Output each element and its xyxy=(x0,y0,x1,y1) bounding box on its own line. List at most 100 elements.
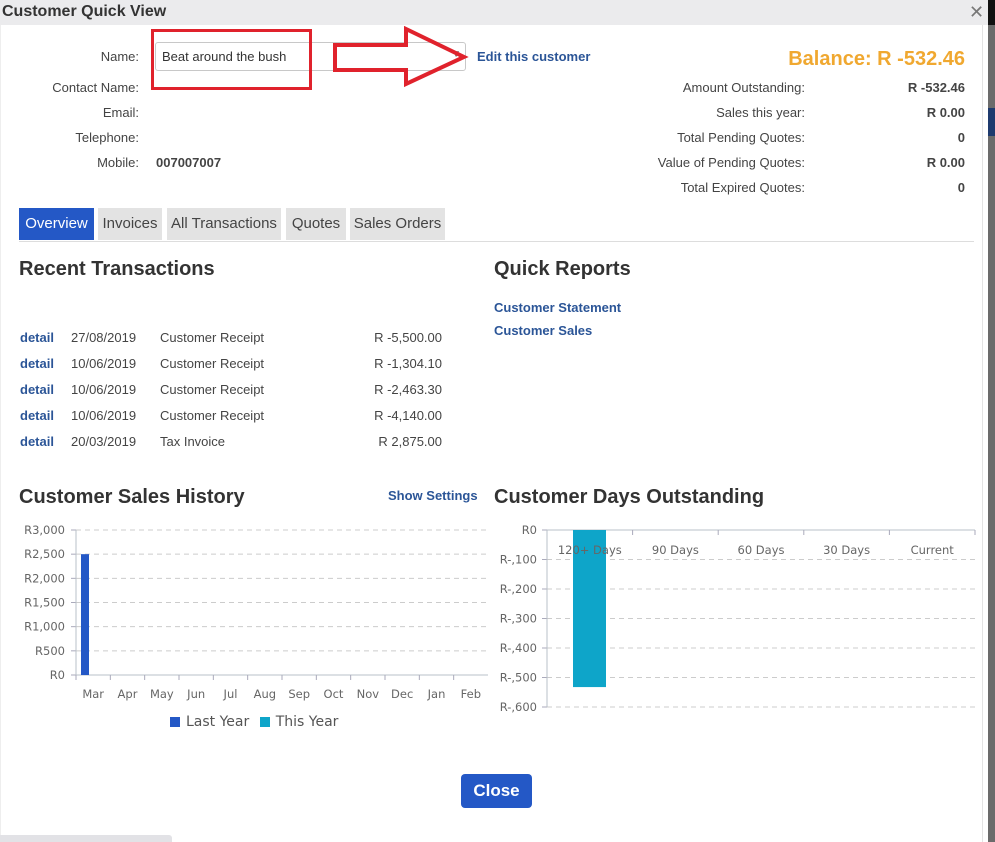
summary-label: Value of Pending Quotes: xyxy=(657,155,805,170)
legend-item-this-year[interactable]: This Year xyxy=(259,714,339,730)
edit-customer-link[interactable]: Edit this customer xyxy=(477,49,590,64)
transaction-amount: R -4,140.00 xyxy=(374,408,442,423)
show-settings-link[interactable]: Show Settings xyxy=(388,488,478,503)
name-label: Name: xyxy=(100,49,139,64)
customer-sales-link[interactable]: Customer Sales xyxy=(494,323,592,338)
y-tick-label: R0 xyxy=(50,668,65,682)
annotation-arrow-icon xyxy=(333,26,469,88)
summary-label: Sales this year: xyxy=(716,105,805,120)
y-tick-label: R1,000 xyxy=(24,620,65,634)
y-tick-label: R-,500 xyxy=(500,671,537,685)
x-tick-label: Nov xyxy=(357,687,380,701)
y-tick-label: R-,300 xyxy=(500,612,537,626)
transaction-type: Customer Receipt xyxy=(160,356,265,371)
x-tick-label: Aug xyxy=(254,687,276,701)
summary-value: 0 xyxy=(957,180,965,195)
x-tick-label: 60 Days xyxy=(738,543,785,557)
transaction-amount: R 2,875.00 xyxy=(378,434,442,449)
x-tick-label: May xyxy=(150,687,174,701)
balance-heading: Balance: R -532.46 xyxy=(788,48,965,70)
transaction-amount: R -5,500.00 xyxy=(374,330,442,345)
close-icon[interactable]: ✕ xyxy=(969,2,984,23)
days-outstanding-chart: R0 R-,100 R-,200 R-,300 R-,400 R-,500 R-,600 12… xyxy=(500,523,976,714)
transaction-row: detail 27/08/2019 Customer Receipt R -5,… xyxy=(20,330,450,350)
y-tick-label: R3,000 xyxy=(24,523,65,537)
x-tick-label: Jun xyxy=(186,687,205,701)
dialog-titlebar: Customer Quick View ✕ xyxy=(0,0,988,25)
x-tick-label: 90 Days xyxy=(652,543,699,557)
transaction-date: 10/06/2019 xyxy=(71,382,137,397)
x-tick-label: Mar xyxy=(82,687,104,701)
detail-link[interactable]: detail xyxy=(20,434,54,449)
y-tick-label: R2,500 xyxy=(24,547,65,561)
transaction-row: detail 20/03/2019 Tax Invoice R 2,875.00 xyxy=(20,434,450,454)
transaction-row: detail 10/06/2019 Customer Receipt R -1,… xyxy=(20,356,450,376)
transaction-date: 10/06/2019 xyxy=(71,408,137,423)
summary-value: R -532.46 xyxy=(907,80,965,95)
dialog-title: Customer Quick View xyxy=(2,3,167,20)
summary-value: 0 xyxy=(957,130,965,145)
x-tick-label: 120+ Days xyxy=(558,543,622,557)
transaction-amount: R -2,463.30 xyxy=(374,382,442,397)
background-page-strip xyxy=(988,0,995,842)
close-button[interactable]: Close xyxy=(461,774,532,808)
sales-history-heading: Customer Sales History xyxy=(19,486,245,508)
tab-divider xyxy=(19,241,974,242)
x-tick-label: 30 Days xyxy=(823,543,870,557)
mobile-label: Mobile: xyxy=(97,155,139,170)
y-tick-label: R2,000 xyxy=(24,571,65,585)
x-tick-label: Jan xyxy=(427,687,446,701)
tab-all-transactions[interactable]: All Transactions xyxy=(167,208,281,240)
x-tick-label: Dec xyxy=(391,687,413,701)
tab-quotes[interactable]: Quotes xyxy=(286,208,346,240)
x-tick-label: Current xyxy=(911,543,955,557)
transaction-type: Customer Receipt xyxy=(160,330,265,345)
y-tick-label: R500 xyxy=(35,644,65,658)
transaction-row: detail 10/06/2019 Customer Receipt R -2,… xyxy=(20,382,450,402)
telephone-label: Telephone: xyxy=(75,130,139,145)
transaction-date: 10/06/2019 xyxy=(71,356,137,371)
summary-label: Total Expired Quotes: xyxy=(680,180,805,195)
detail-link[interactable]: detail xyxy=(20,382,54,397)
y-tick-label: R-,200 xyxy=(500,582,537,596)
sales-history-chart: R0 R500 R1,000 R1,500 R2,000 R2,500 R3,000 Mar A… xyxy=(24,523,488,701)
transaction-type: Tax Invoice xyxy=(160,434,226,449)
tab-sales-orders[interactable]: Sales Orders xyxy=(350,208,445,240)
y-tick-label: R-,400 xyxy=(500,641,537,655)
quick-reports-heading: Quick Reports xyxy=(494,258,631,280)
summary-label: Total Pending Quotes: xyxy=(677,130,805,145)
legend-swatch xyxy=(170,717,180,727)
contact-name-label: Contact Name: xyxy=(52,80,139,95)
transaction-date: 20/03/2019 xyxy=(71,434,137,449)
transaction-type: Customer Receipt xyxy=(160,382,265,397)
x-tick-label: Apr xyxy=(118,687,138,701)
summary-label: Amount Outstanding: xyxy=(682,80,805,95)
detail-link[interactable]: detail xyxy=(20,356,54,371)
days-outstanding-heading: Customer Days Outstanding xyxy=(494,486,765,508)
y-tick-label: R0 xyxy=(522,523,537,537)
chart-legend: Last Year This Year xyxy=(170,714,338,730)
transaction-date: 27/08/2019 xyxy=(71,330,137,345)
tab-invoices[interactable]: Invoices xyxy=(98,208,162,240)
y-tick-label: R-,100 xyxy=(500,553,537,567)
x-tick-label: Sep xyxy=(288,687,310,701)
legend-swatch xyxy=(259,717,270,727)
mobile-value: 007007007 xyxy=(156,155,222,170)
tab-overview[interactable]: Overview xyxy=(19,208,94,240)
detail-link[interactable]: detail xyxy=(20,330,54,345)
x-tick-label: Oct xyxy=(324,687,344,701)
recent-transactions-heading: Recent Transactions xyxy=(19,258,215,280)
email-label: Email: xyxy=(102,105,139,120)
horizontal-scrollbar[interactable] xyxy=(0,835,172,842)
customer-quick-view-dialog: Customer Quick View ✕ Name: Beat around … xyxy=(0,0,988,842)
detail-link[interactable]: detail xyxy=(20,408,54,423)
customer-statement-link[interactable]: Customer Statement xyxy=(494,300,621,315)
legend-item-last-year[interactable]: Last Year xyxy=(170,714,249,730)
legend-label: Last Year xyxy=(186,714,250,730)
x-tick-label: Feb xyxy=(461,687,481,701)
transaction-row: detail 10/06/2019 Customer Receipt R -4,… xyxy=(20,408,450,428)
bar-last-year xyxy=(81,554,89,675)
legend-label: This Year xyxy=(275,714,339,730)
y-tick-label: R-,600 xyxy=(500,700,537,714)
summary-value: R 0.00 xyxy=(926,155,965,170)
